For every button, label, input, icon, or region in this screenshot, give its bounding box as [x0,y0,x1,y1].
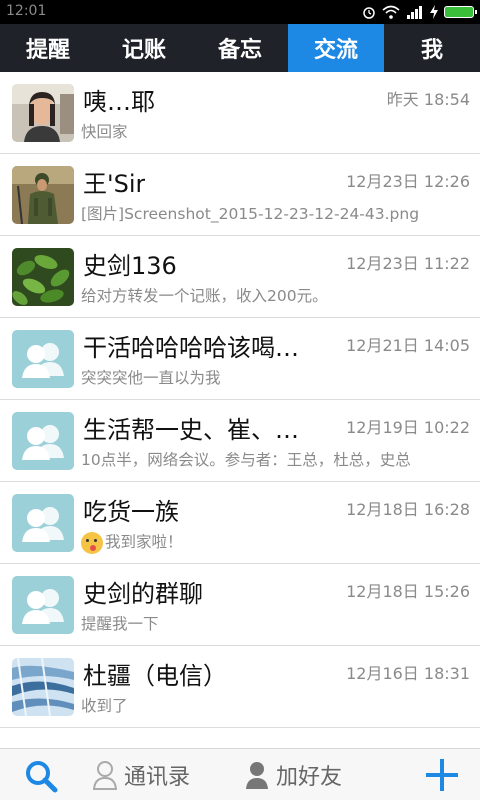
tab-chat[interactable]: 交流 [288,24,384,72]
conversation-time: 12月23日 12:26 [346,172,470,191]
tab-me[interactable]: 我 [384,24,480,72]
contacts-button[interactable]: 通讯录 [92,757,190,793]
conversation-preview: 10点半，网络会议。参与者：王总，杜总，史总 [81,451,411,469]
conversation-row[interactable]: 咦…耶 昨天 18:54 快回家 [0,72,480,154]
contacts-label: 通讯录 [124,765,191,790]
conversation-time: 12月18日 15:26 [346,582,470,601]
conversation-name: 史剑136 [83,252,177,280]
conversation-preview: 收到了 [81,697,128,715]
conversation-name: 吃货一族 [83,498,179,526]
group-avatar-icon[interactable] [12,494,74,552]
conversation-time: 12月18日 16:28 [346,500,470,519]
conversation-preview: 快回家 [81,123,128,141]
conversation-name: 王'Sir [83,170,146,198]
conversation-preview: 给对方转发一个记账，收入200元。 [81,287,328,305]
tab-accounting[interactable]: 记账 [96,24,192,72]
wifi-icon [382,5,400,19]
group-avatar-icon[interactable] [12,330,74,388]
tongue-emoji-icon [81,531,103,554]
add-friend-label: 加好友 [276,765,343,790]
battery-icon [444,6,477,18]
conversation-row[interactable]: 杜疆（电信） 12月16日 18:31 收到了 [0,646,480,728]
conversation-time: 12月21日 14:05 [346,336,470,355]
plus-icon [426,759,458,791]
bottom-bar: 通讯录 加好友 [0,748,480,800]
tab-reminder[interactable]: 提醒 [0,24,96,72]
status-bar: 12:01 [0,0,480,24]
conversation-preview-container: 我到家啦！ [81,530,183,554]
conversation-preview: [图片]Screenshot_2015-12-23-12-24-43.png [81,205,420,223]
tab-label: 备忘 [217,38,262,63]
status-icons [362,4,477,20]
conversation-name: 杜疆（电信） [83,662,227,690]
add-friend-icon [246,762,268,789]
conversation-row[interactable]: 史剑的群聊 12月18日 15:26 提醒我一下 [0,564,480,646]
conversation-time: 12月16日 18:31 [346,664,470,683]
conversation-preview: 突突突他一直以为我 [81,369,221,387]
conversation-time: 12月19日 10:22 [346,418,470,437]
charging-icon [430,5,438,19]
conversation-name: 干活哈哈哈哈该喝… [83,334,299,362]
conversation-list: 咦…耶 昨天 18:54 快回家 王'Sir 12月23日 12:26 [图片]… [0,72,480,748]
conversation-time: 12月23日 11:22 [346,254,470,273]
tab-memo[interactable]: 备忘 [192,24,288,72]
conversation-preview: 我到家啦！ [105,533,183,551]
avatar[interactable] [12,84,74,142]
alarm-icon [363,7,375,19]
conversation-row[interactable]: 史剑136 12月23日 11:22 给对方转发一个记账，收入200元。 [0,236,480,318]
conversation-time: 昨天 18:54 [386,90,470,109]
search-button[interactable] [22,759,62,793]
avatar[interactable] [12,166,74,224]
conversation-name: 史剑的群聊 [83,580,203,608]
conversation-row[interactable]: 吃货一族 12月18日 16:28 我到家啦！ [0,482,480,564]
tab-label: 提醒 [25,38,70,63]
group-avatar-icon[interactable] [12,576,74,634]
group-avatar-icon[interactable] [12,412,74,470]
tab-label: 我 [420,38,443,63]
conversation-row[interactable]: 王'Sir 12月23日 12:26 [图片]Screenshot_2015-1… [0,154,480,236]
conversation-name: 咦…耶 [83,88,155,116]
conversation-name: 生活帮一史、崔、… [83,416,299,444]
new-chat-button[interactable] [424,757,460,793]
conversation-row[interactable]: 干活哈哈哈哈该喝… 12月21日 14:05 突突突他一直以为我 [0,318,480,400]
add-friend-button[interactable]: 加好友 [244,757,342,793]
contacts-icon [92,761,118,790]
tab-label: 记账 [121,38,166,63]
signal-icon [407,6,422,19]
avatar[interactable] [12,658,74,716]
conversation-row[interactable]: 生活帮一史、崔、… 12月19日 10:22 10点半，网络会议。参与者：王总，… [0,400,480,482]
tab-label: 交流 [313,38,358,63]
search-icon [26,761,58,793]
main-tabs: 提醒 记账 备忘 交流 我 [0,24,480,72]
avatar[interactable] [12,248,74,306]
conversation-preview: 提醒我一下 [81,615,159,633]
